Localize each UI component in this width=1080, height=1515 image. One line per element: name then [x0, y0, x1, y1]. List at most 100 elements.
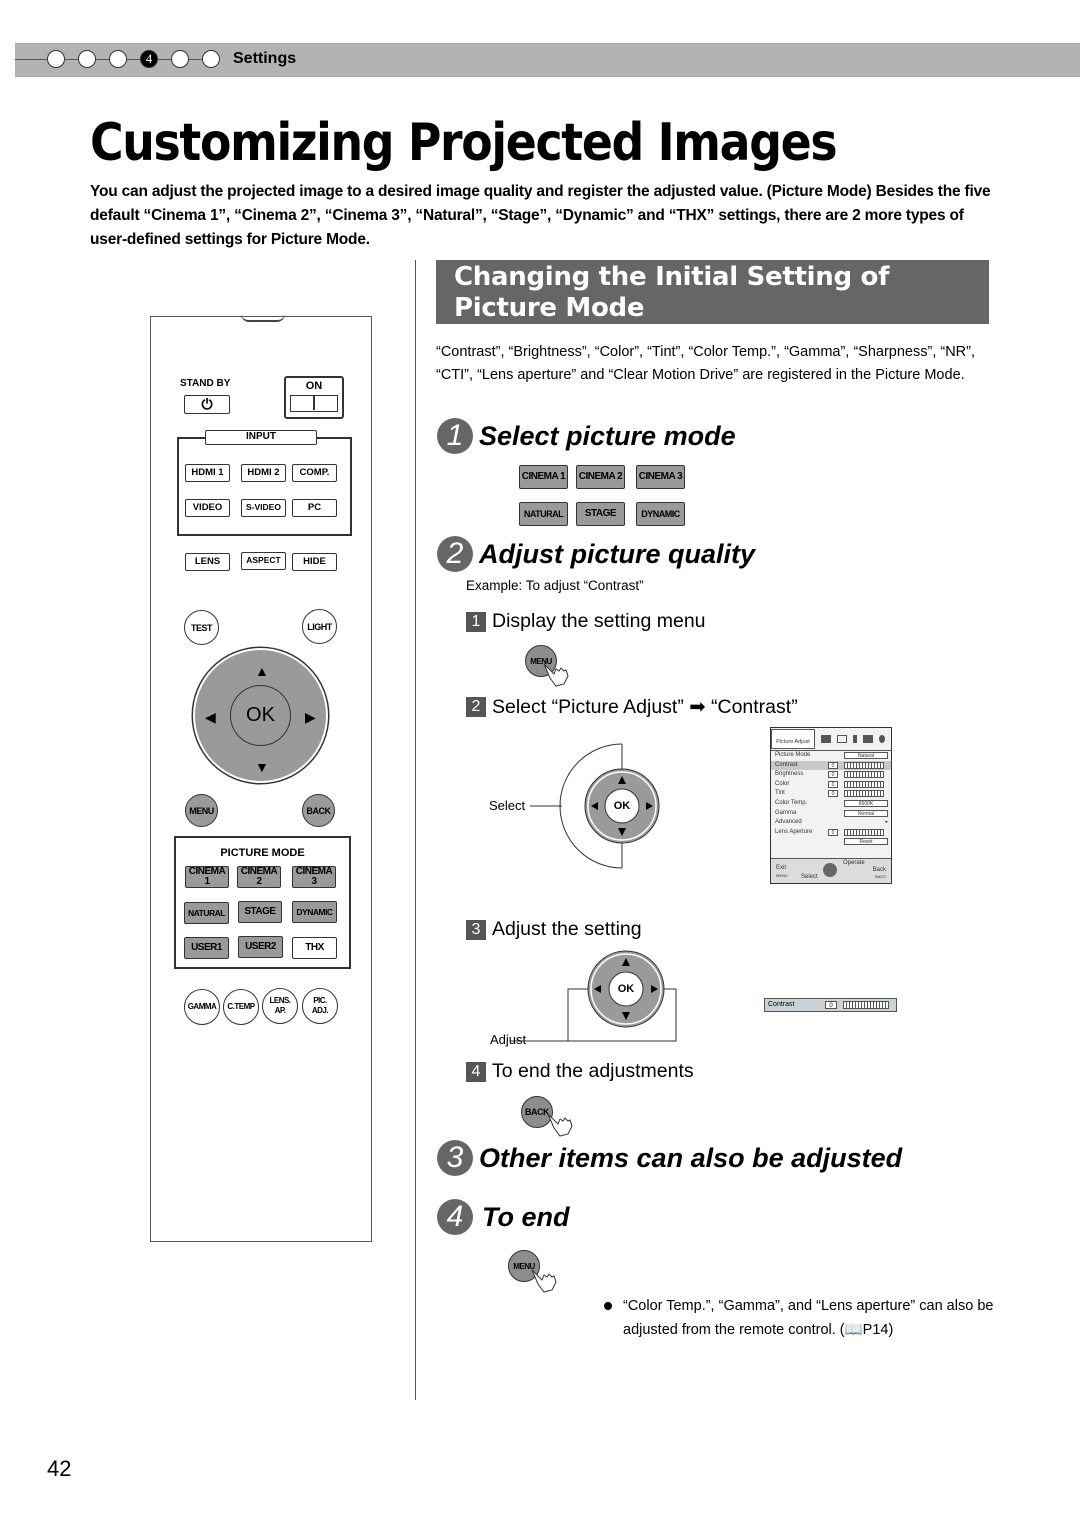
contrast-value: 0 [825, 1001, 837, 1009]
substep-text: Adjust the setting [492, 918, 642, 940]
osd-row[interactable]: Advanced ▸ [771, 818, 891, 828]
cinema2-button[interactable]: CINEMA 2 [237, 866, 281, 888]
power-icon: ⏻ [201, 396, 213, 412]
osd-row-value: 0 [828, 780, 838, 788]
mode-cinema1[interactable]: CINEMA 1 [519, 465, 568, 489]
mode-cinema3[interactable]: CINEMA 3 [636, 465, 685, 489]
input-label: INPUT [205, 430, 317, 445]
hide-button[interactable]: HIDE [292, 553, 337, 571]
cinema3-button[interactable]: CINEMA 3 [292, 866, 336, 888]
pc-button[interactable]: PC [292, 499, 337, 517]
ok-button[interactable]: OK [230, 685, 291, 746]
osd-row-slider[interactable] [844, 771, 884, 779]
intro-paragraph: You can adjust the projected image to a … [90, 183, 991, 248]
select-ok-label[interactable]: OK [605, 800, 639, 812]
gamma-button[interactable]: GAMMA [184, 989, 220, 1025]
comp-button[interactable]: COMP. [292, 464, 337, 482]
osd-row[interactable]: Picture Mode Natural [771, 751, 891, 761]
svideo-button[interactable]: S-VIDEO [241, 499, 286, 517]
step-dot-6 [202, 50, 220, 68]
mode-natural[interactable]: NATURAL [519, 502, 568, 526]
osd-row-select[interactable]: Reset [844, 838, 888, 846]
osd-row-label: Lens Aperture [775, 828, 813, 835]
osd-row[interactable]: Lens Aperture 0 [771, 828, 891, 838]
substep-text: To end the adjustments [492, 1060, 694, 1082]
standby-button[interactable]: ⏻ [184, 395, 230, 414]
thx-button[interactable]: THX [292, 937, 337, 959]
left-arrow-icon[interactable]: ◀ [205, 710, 216, 724]
step-1-heading: 1 Select picture mode [437, 418, 736, 454]
osd-row[interactable]: Gamma Normal [771, 809, 891, 819]
video-button[interactable]: VIDEO [185, 499, 230, 517]
step-2-heading: 2 Adjust picture quality [437, 536, 755, 572]
contrast-label: Contrast [768, 1001, 795, 1008]
osd-tab-input-icon[interactable] [821, 735, 831, 743]
step-title: Adjust picture quality [479, 538, 756, 569]
osd-row[interactable]: Tint 0 [771, 789, 891, 799]
osd-tab-picture-adjust[interactable]: Picture Adjust [771, 729, 815, 749]
osd-footer: Exit MENU Select Operate Back BACK [771, 858, 891, 883]
test-button[interactable]: TEST [184, 610, 219, 645]
user1-button[interactable]: USER1 [184, 937, 229, 959]
osd-tab-installation-icon[interactable] [863, 735, 873, 743]
ctemp-button[interactable]: C.TEMP [223, 989, 259, 1025]
osd-row[interactable]: Brightness 0 [771, 770, 891, 780]
osd-row-slider[interactable] [844, 828, 884, 836]
osd-row-select[interactable]: 6500K [844, 799, 888, 807]
pic-adj-button[interactable]: PIC. ADJ. [302, 988, 338, 1024]
contrast-slider[interactable] [843, 1001, 889, 1009]
select-label: Select [489, 798, 526, 813]
down-arrow-icon[interactable]: ▼ [255, 760, 269, 774]
osd-dpad-icon [823, 863, 837, 877]
osd-row-slider[interactable] [844, 780, 884, 788]
user2-button[interactable]: USER2 [238, 936, 283, 958]
note: “Color Temp.”, “Gamma”, and “Lens apertu… [604, 1294, 994, 1342]
back-button[interactable]: BACK [302, 794, 335, 827]
cinema1-button[interactable]: CINEMA 1 [185, 866, 229, 888]
up-arrow-icon[interactable]: ▲ [255, 664, 269, 678]
light-button[interactable]: LIGHT [302, 609, 337, 644]
input-group [177, 437, 352, 536]
contrast-slider-row[interactable]: Contrast 0 [764, 998, 897, 1012]
osd-row[interactable]: Contrast 0 [771, 760, 891, 771]
osd-row-value: 0 [828, 790, 838, 798]
osd-row-slider[interactable] [844, 761, 884, 769]
remote-top-curve [241, 314, 285, 322]
dynamic-button[interactable]: DYNAMIC [292, 901, 337, 923]
osd-exit-key: MENU [776, 873, 788, 878]
osd-row[interactable]: Color Temp. 6500K [771, 799, 891, 809]
osd-tab-setup-icon[interactable] [853, 735, 857, 743]
step-title: Select picture mode [479, 420, 736, 451]
stage-button[interactable]: STAGE [238, 901, 282, 923]
on-switch-icon [290, 395, 338, 412]
lens-button[interactable]: LENS [185, 553, 230, 571]
hdmi1-button[interactable]: HDMI 1 [185, 464, 230, 482]
menu-button[interactable]: MENU [185, 794, 218, 827]
osd-row-select[interactable]: Natural [844, 752, 888, 759]
adjust-ok-label[interactable]: OK [609, 983, 643, 995]
aspect-button[interactable]: ASPECT [241, 552, 286, 570]
step-dot-1 [47, 50, 65, 68]
osd-row-label: Advanced [775, 819, 802, 826]
osd-row-slider[interactable] [844, 790, 884, 798]
picture-mode-label: PICTURE MODE [220, 847, 305, 859]
mode-cinema2[interactable]: CINEMA 2 [576, 465, 625, 489]
step-dot-4-active: 4 [140, 50, 158, 68]
osd-tab-info-icon[interactable] [879, 735, 885, 743]
mode-stage[interactable]: STAGE [576, 502, 625, 526]
osd-row[interactable]: Color 0 [771, 780, 891, 790]
lens-ap-button[interactable]: LENS. AP. [262, 988, 298, 1024]
dpad[interactable]: OK ▲ ▼ ◀ ▶ [193, 648, 328, 783]
osd-row-select[interactable]: Normal [844, 809, 888, 817]
osd-tab-display-icon[interactable] [837, 735, 847, 743]
substep-3: 3 Adjust the setting [466, 918, 642, 941]
hdmi2-button[interactable]: HDMI 2 [241, 464, 286, 482]
right-arrow-icon[interactable]: ▶ [305, 710, 316, 724]
osd-row[interactable]: Reset [771, 837, 891, 847]
natural-button[interactable]: NATURAL [184, 902, 229, 924]
on-button[interactable]: ON [284, 376, 344, 419]
step-number-badge: 4 [437, 1199, 473, 1235]
pressing-hand-icon [547, 1113, 573, 1137]
mode-dynamic[interactable]: DYNAMIC [636, 502, 685, 526]
step-dot-5 [171, 50, 189, 68]
